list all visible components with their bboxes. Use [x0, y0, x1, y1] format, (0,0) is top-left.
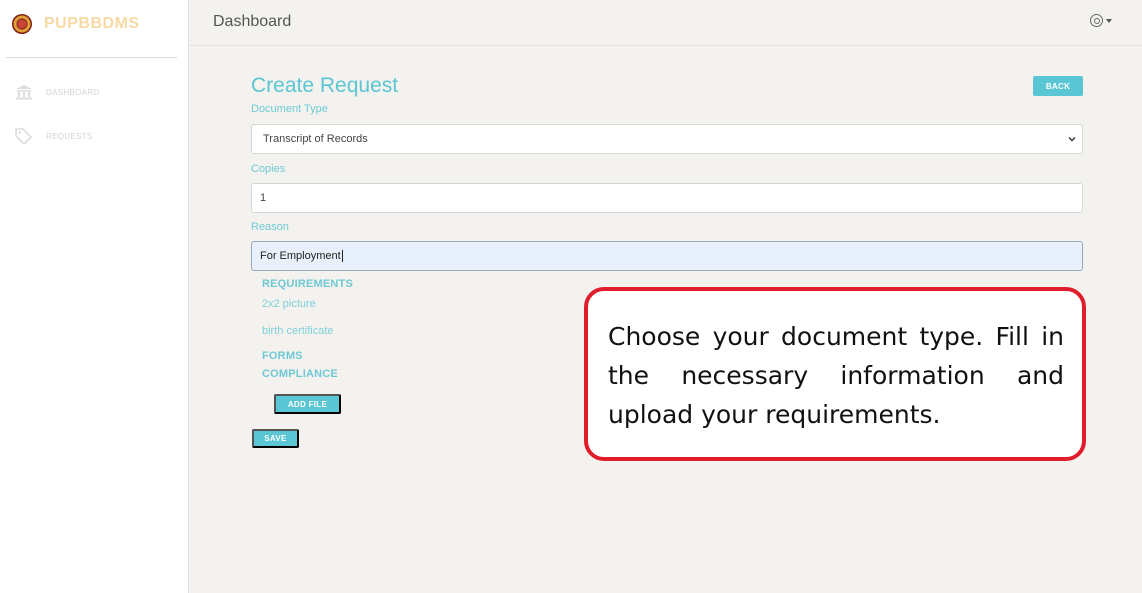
save-button[interactable]: SAVE — [252, 429, 299, 448]
add-file-button[interactable]: ADD FILE — [274, 394, 341, 414]
copies-value: 1 — [260, 192, 267, 204]
sidebar: PUPBBDMS DASHBOARD REQUESTS — [0, 0, 189, 593]
sidebar-divider — [6, 57, 177, 58]
caret-down-icon — [1106, 18, 1112, 23]
bank-icon — [14, 83, 34, 101]
topbar: Dashboard — [189, 0, 1142, 46]
sidebar-item-label: REQUESTS — [46, 131, 93, 141]
sidebar-item-requests[interactable]: REQUESTS — [14, 126, 92, 146]
user-circle-icon — [1090, 14, 1103, 27]
back-button[interactable]: BACK — [1033, 76, 1083, 96]
document-type-value: Transcript of Records — [263, 133, 368, 145]
requirements-heading: REQUIREMENTS — [262, 278, 354, 290]
sidebar-item-dashboard[interactable]: DASHBOARD — [14, 82, 99, 102]
copies-input[interactable]: 1 — [251, 183, 1083, 213]
reason-value: For Employment — [260, 250, 341, 262]
text-cursor — [341, 250, 343, 262]
instruction-callout: Choose your document type. Fill in the n… — [584, 287, 1086, 461]
chevron-down-icon — [1068, 137, 1076, 142]
document-type-select[interactable]: Transcript of Records — [251, 124, 1083, 154]
page-title: Create Request — [251, 74, 399, 97]
callout-text: Choose your document type. Fill in the n… — [608, 322, 1064, 429]
brand[interactable]: PUPBBDMS — [12, 12, 140, 36]
reason-input[interactable]: For Employment — [251, 241, 1083, 271]
requirement-item: 2x2 picture — [262, 298, 316, 310]
tags-icon — [14, 127, 34, 145]
reason-label: Reason — [251, 221, 289, 233]
document-type-label: Document Type — [251, 103, 328, 115]
compliance-heading: COMPLIANCE — [262, 368, 338, 380]
sidebar-item-label: DASHBOARD — [46, 87, 100, 97]
copies-label: Copies — [251, 163, 286, 175]
page-heading: Dashboard — [213, 13, 292, 30]
requirement-item: birth certificate — [262, 325, 334, 337]
forms-heading: FORMS — [262, 350, 303, 362]
brand-name: PUPBBDMS — [44, 15, 140, 32]
university-seal-logo — [12, 14, 32, 34]
user-menu[interactable] — [1090, 14, 1112, 27]
